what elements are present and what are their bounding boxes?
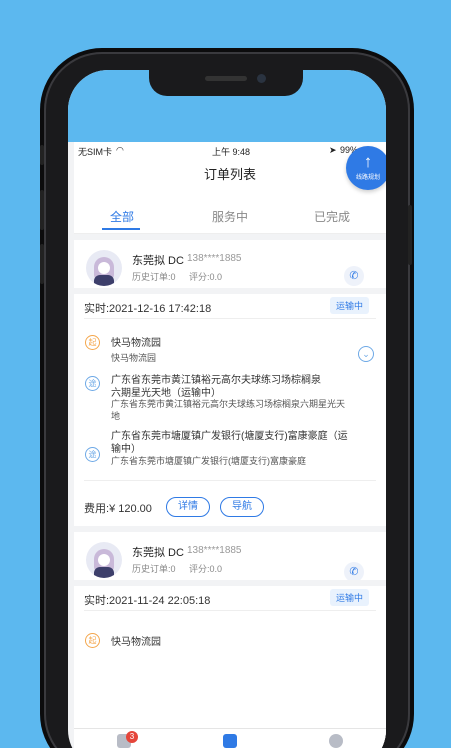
fee-amount: ¥ 120.00 [109, 503, 152, 515]
via2-title-line2: 输中） [111, 444, 141, 455]
order-time-row: 实时:2021-11-24 22:05:18 运输中 [74, 580, 386, 610]
route-card[interactable]: 起 快马物流园 [74, 610, 386, 728]
fee-label: 费用: [84, 503, 110, 515]
customer-card[interactable]: 东莞拟 DC 138****1885 历史订单:0 评分:0.0 ✆ [74, 526, 386, 586]
via-point-icon: 途 [85, 376, 100, 391]
via1-sub-line1: 广东省东莞市黄江镇裕元高尔夫球练习场棕榈泉六期星光天 [111, 399, 346, 409]
customer-phone: 138****1885 [187, 545, 242, 556]
tabbar-me[interactable]: 我的 [316, 731, 356, 748]
divider [84, 480, 376, 481]
navigate-button[interactable]: 导航 [220, 497, 264, 517]
wifi-icon: ◠ [116, 145, 124, 155]
history-orders: 历史订单:0 [132, 272, 176, 282]
order-time: 实时:2021-12-16 17:42:18 [84, 303, 212, 315]
status-badge: 运输中 [330, 297, 370, 314]
user-icon [329, 734, 343, 748]
avatar [86, 542, 122, 578]
start-point-icon: 起 [85, 335, 100, 350]
active-tab-indicator [102, 228, 140, 230]
app-root: 无SIM卡 ◠ 上午 9:48 ➤ 99% 订单列表 ↑ 线路规划 全部 服务中… [74, 142, 386, 748]
start-subtitle: 快马物流园 [111, 353, 157, 363]
route-card[interactable]: 起 快马物流园 快马物流园 ⌄ 途 广东省东莞市黄江镇裕元高尔夫球练习场棕榈泉 … [74, 318, 386, 488]
fee-text: 费用:¥ 120.00 [84, 500, 152, 516]
tab-completed[interactable]: 已完成 [314, 208, 350, 225]
start-title: 快马物流园 [111, 338, 161, 349]
status-bar: 无SIM卡 ◠ 上午 9:48 ➤ 99% [74, 142, 386, 158]
bottom-tab-bar: 3 抢单 订单 我的 [74, 728, 386, 748]
phone-call-icon[interactable]: ✆ [344, 562, 364, 582]
divider [84, 318, 376, 319]
tab-in-service[interactable]: 服务中 [212, 208, 248, 225]
via-point-icon: 途 [85, 447, 100, 462]
tabbar-grab-orders[interactable]: 3 抢单 [104, 731, 144, 748]
customer-name: 东莞拟 DC [132, 255, 184, 267]
phone-call-icon[interactable]: ✆ [344, 266, 364, 286]
carrier-label: 无SIM卡 [78, 147, 113, 157]
tab-all[interactable]: 全部 [110, 208, 134, 225]
rating: 评分:0.0 [189, 272, 223, 282]
mute-switch [40, 145, 44, 165]
location-icon: ➤ [329, 145, 337, 155]
customer-name: 东莞拟 DC [132, 547, 184, 559]
via1-sub-line2: 地 [111, 411, 121, 421]
rating: 评分:0.0 [189, 564, 223, 574]
speaker-grille [205, 76, 247, 81]
power-button [408, 205, 412, 265]
route-planning-label: 线路规划 [355, 175, 380, 181]
avatar [86, 250, 122, 286]
chevron-down-icon[interactable]: ⌄ [358, 346, 374, 362]
tabbar-orders[interactable]: 订单 [210, 731, 250, 748]
notification-badge: 3 [126, 731, 138, 743]
order-time-row: 实时:2021-12-16 17:42:18 运输中 [74, 288, 386, 318]
order-time: 实时:2021-11-24 22:05:18 [84, 595, 211, 607]
route-planning-button[interactable]: ↑ 线路规划 [346, 146, 386, 190]
status-badge: 运输中 [330, 589, 370, 606]
start-title: 快马物流园 [111, 637, 161, 648]
document-icon [223, 734, 237, 748]
divider [84, 610, 376, 611]
phone-notch [149, 70, 303, 96]
clock: 上午 9:48 [212, 147, 251, 157]
front-camera [257, 74, 266, 83]
page-title: 订单列表 [203, 167, 256, 182]
fee-row: 费用:¥ 120.00 详情 导航 [74, 488, 386, 526]
customer-card[interactable]: 东莞拟 DC 138****1885 历史订单:0 评分:0.0 ✆ [74, 234, 386, 294]
nav-bar: 订单列表 ↑ 线路规划 [74, 146, 386, 198]
volume-up-button [40, 190, 44, 230]
customer-phone: 138****1885 [187, 253, 242, 264]
route-arrow-icon: ↑ [363, 152, 373, 171]
start-point-icon: 起 [85, 633, 100, 648]
history-orders: 历史订单:0 [132, 564, 176, 574]
detail-button[interactable]: 详情 [166, 497, 210, 517]
via2-title-line1: 广东省东莞市塘厦镇广发银行(塘厦支行)富康豪庭（运 [111, 431, 348, 442]
order-tabs: 全部 服务中 已完成 [74, 198, 386, 234]
volume-down-button [40, 244, 44, 284]
via2-subtitle: 广东省东莞市塘厦镇广发银行(塘厦支行)富康豪庭 [111, 456, 306, 466]
phone-screen: 无SIM卡 ◠ 上午 9:48 ➤ 99% 订单列表 ↑ 线路规划 全部 服务中… [68, 70, 386, 748]
